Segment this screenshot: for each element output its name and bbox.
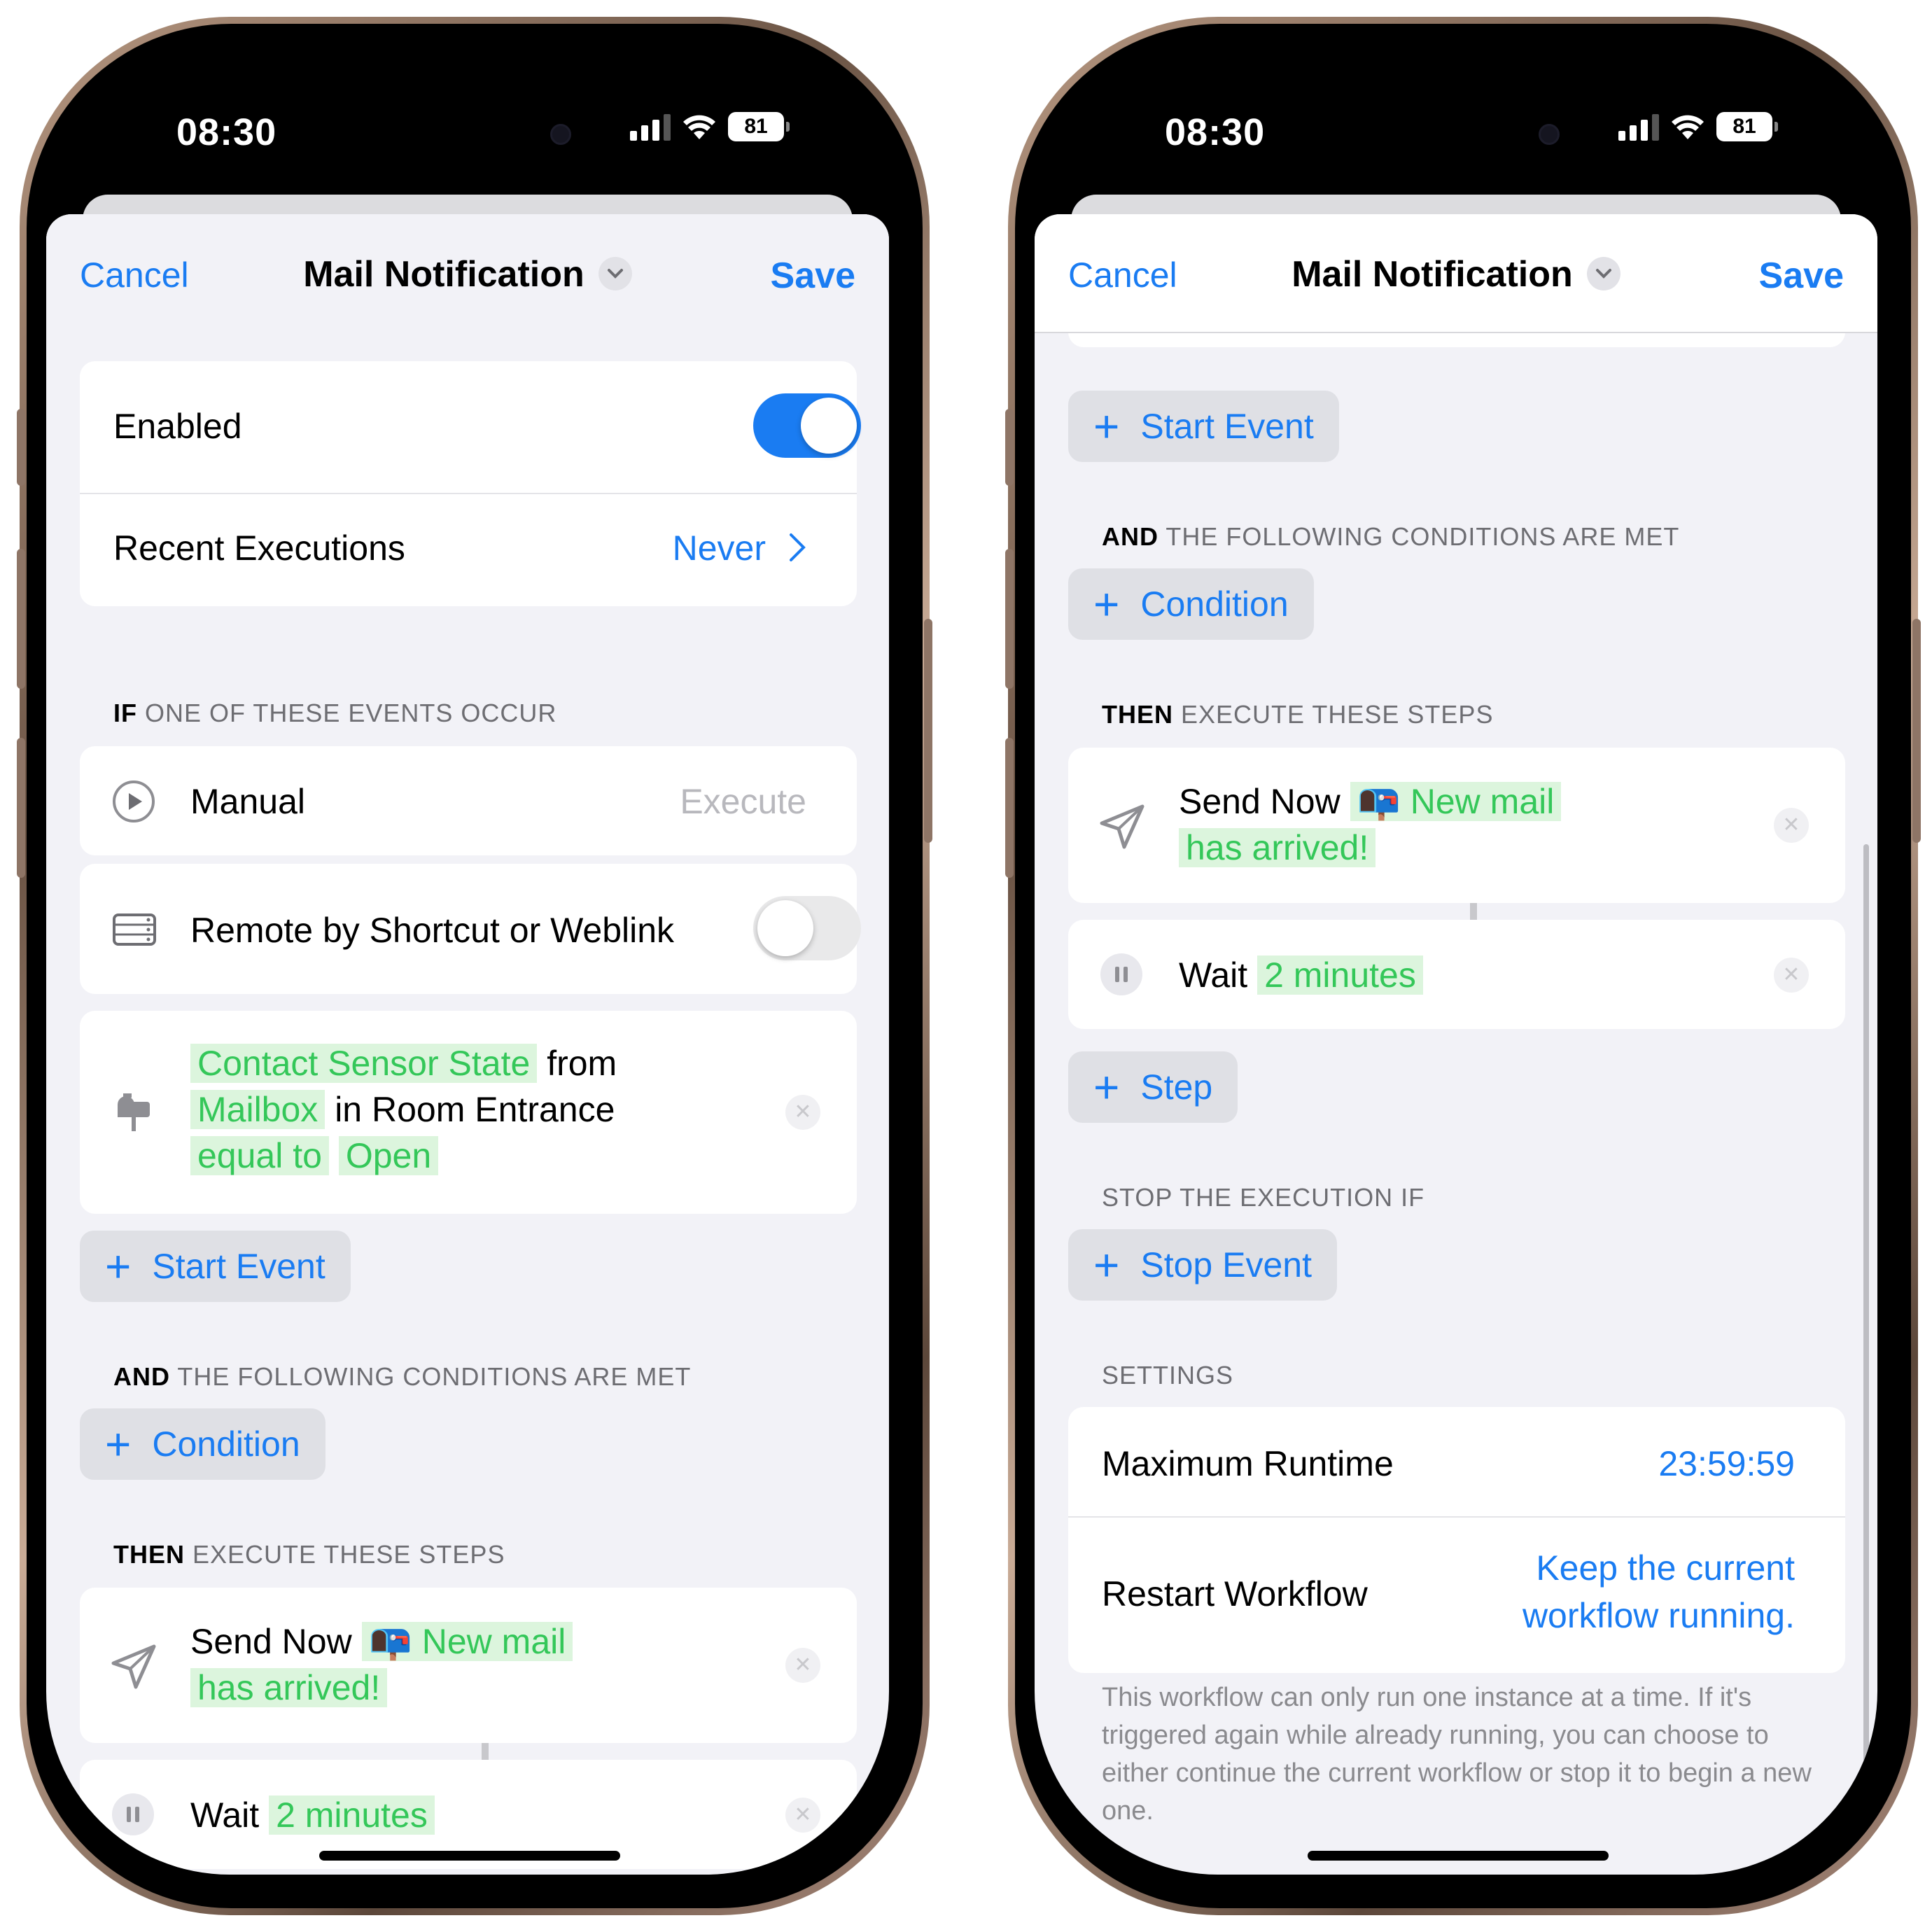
- duration-token[interactable]: 2 minutes: [1257, 955, 1423, 995]
- remove-event-button[interactable]: ✕: [785, 1095, 820, 1130]
- plus-icon: +: [1093, 579, 1120, 629]
- add-condition-button[interactable]: + Condition: [1068, 568, 1314, 640]
- chevron-right-icon: [790, 533, 806, 561]
- settings-card: Maximum Runtime 23:59:59 Restart Workflo…: [1068, 1407, 1845, 1673]
- message-token-line1[interactable]: 📭 New mail: [1350, 782, 1562, 821]
- navigation-bar: Cancel Mail Notification Save: [46, 214, 889, 333]
- message-token-line1[interactable]: 📭 New mail: [361, 1622, 573, 1661]
- wait-step-row[interactable]: Wait 2 minutes ✕: [1068, 920, 1845, 1029]
- phone-left: 08:30 81 Cancel Mail Notification Save E…: [17, 17, 932, 1915]
- sensor-event-row[interactable]: Contact Sensor State from Mailbox in Roo…: [80, 1011, 857, 1214]
- battery-icon: 81: [1716, 112, 1778, 141]
- max-runtime-value[interactable]: 23:59:59: [1658, 1443, 1795, 1484]
- paper-plane-icon: [1100, 804, 1144, 849]
- screen-left: 08:30 81 Cancel Mail Notification Save E…: [46, 43, 889, 1875]
- wait-step-description: Wait 2 minutes: [1179, 952, 1423, 998]
- operator-token[interactable]: equal to: [190, 1136, 329, 1175]
- editor-sheet-scrolled: Cancel Mail Notification Save + Start Eve…: [1035, 214, 1877, 1875]
- save-button[interactable]: Save: [771, 255, 855, 297]
- manual-event-label: Manual: [190, 782, 305, 821]
- phone-right: 08:30 81 Cancel Mail Notification Save +…: [1005, 17, 1921, 1915]
- duration-token[interactable]: 2 minutes: [269, 1795, 435, 1835]
- general-card: Enabled Recent Executions Never: [80, 361, 861, 606]
- home-indicator: [319, 1851, 620, 1861]
- remote-event-label: Remote by Shortcut or Weblink: [190, 911, 675, 950]
- screen-right: 08:30 81 Cancel Mail Notification Save +…: [1035, 43, 1877, 1875]
- remove-step-button[interactable]: ✕: [1774, 808, 1809, 843]
- accessory-token[interactable]: Mailbox: [190, 1090, 326, 1129]
- page-title: Mail Notification: [1292, 254, 1573, 295]
- recent-executions-label: Recent Executions: [113, 528, 405, 568]
- home-indicator: [1308, 1851, 1609, 1861]
- plus-icon: +: [1093, 1062, 1120, 1112]
- plus-icon: +: [105, 1241, 132, 1292]
- steps-section-header: THEN EXECUTE THESE STEPS: [113, 1540, 505, 1569]
- pause-icon: [1100, 953, 1142, 995]
- sensor-event-description: Contact Sensor State from Mailbox in Roo…: [190, 1040, 694, 1179]
- mailbox-icon: [118, 1093, 150, 1131]
- battery-icon: 81: [728, 112, 790, 141]
- restart-workflow-label: Restart Workflow: [1102, 1574, 1368, 1614]
- recent-executions-value[interactable]: Never: [673, 528, 766, 568]
- server-icon: [113, 913, 156, 946]
- cellular-signal-icon: [630, 113, 671, 141]
- plus-icon: +: [105, 1419, 132, 1469]
- status-icons: 81: [630, 112, 790, 141]
- conditions-section-header: AND THE FOLLOWING CONDITIONS ARE MET: [1102, 522, 1680, 551]
- send-step-row[interactable]: Send Now 📭 New mail has arrived! ✕: [80, 1588, 857, 1743]
- enabled-toggle[interactable]: [753, 393, 861, 458]
- chevron-down-icon: [598, 257, 632, 291]
- manual-event-row[interactable]: Manual Execute: [80, 746, 857, 855]
- remove-step-button[interactable]: ✕: [785, 1648, 820, 1683]
- message-token-line2[interactable]: has arrived!: [190, 1668, 388, 1707]
- status-time: 08:30: [176, 111, 277, 153]
- navigation-bar: Cancel Mail Notification Save: [1035, 214, 1877, 333]
- add-condition-button[interactable]: + Condition: [80, 1408, 326, 1480]
- remove-step-button[interactable]: ✕: [785, 1798, 820, 1833]
- enabled-label: Enabled: [113, 407, 242, 446]
- conditions-section-header: AND THE FOLLOWING CONDITIONS ARE MET: [113, 1362, 692, 1391]
- page-title: Mail Notification: [303, 254, 584, 295]
- save-button[interactable]: Save: [1759, 255, 1844, 297]
- events-section-header: IF ONE OF THESE EVENTS OCCUR: [113, 699, 557, 727]
- camera-icon: [1539, 124, 1560, 145]
- editor-sheet: Cancel Mail Notification Save Enabled Re…: [46, 214, 889, 1875]
- scrollbar[interactable]: [1863, 844, 1869, 1810]
- plus-icon: +: [1093, 1240, 1120, 1290]
- execute-button[interactable]: Execute: [680, 781, 806, 822]
- workflow-title-menu[interactable]: Mail Notification: [1035, 253, 1877, 295]
- add-start-event-button[interactable]: + Start Event: [1068, 391, 1339, 462]
- add-start-event-button[interactable]: + Start Event: [80, 1231, 351, 1302]
- restart-workflow-value[interactable]: Keep the current workflow running.: [1522, 1544, 1795, 1639]
- send-step-description: Send Now 📭 New mail has arrived!: [1179, 778, 1562, 871]
- paper-plane-icon: [111, 1644, 156, 1689]
- add-step-button[interactable]: + Step: [1068, 1051, 1238, 1123]
- remote-event-row: Remote by Shortcut or Weblink: [80, 864, 861, 994]
- send-step-description: Send Now 📭 New mail has arrived!: [190, 1618, 573, 1711]
- pause-icon: [112, 1793, 154, 1835]
- settings-section-header: SETTINGS: [1102, 1361, 1234, 1390]
- wifi-icon: [683, 115, 715, 139]
- status-icons: 81: [1618, 112, 1778, 141]
- value-token[interactable]: Open: [338, 1136, 439, 1175]
- plus-icon: +: [1093, 401, 1120, 451]
- status-time: 08:30: [1165, 111, 1266, 153]
- workflow-title-menu[interactable]: Mail Notification: [46, 253, 889, 295]
- steps-section-header: THEN EXECUTE THESE STEPS: [1102, 700, 1494, 729]
- cellular-signal-icon: [1618, 113, 1659, 141]
- play-circle-icon: [113, 780, 155, 822]
- add-stop-event-button[interactable]: + Stop Event: [1068, 1229, 1337, 1301]
- wait-step-description: Wait 2 minutes: [190, 1792, 435, 1838]
- wifi-icon: [1672, 115, 1704, 139]
- stop-section-header: STOP THE EXECUTION IF: [1102, 1183, 1425, 1212]
- remove-step-button[interactable]: ✕: [1774, 958, 1809, 993]
- characteristic-token[interactable]: Contact Sensor State: [190, 1044, 538, 1083]
- chevron-down-icon: [1586, 257, 1620, 291]
- remote-toggle[interactable]: [753, 896, 861, 960]
- restart-workflow-footnote: This workflow can only run one instance …: [1102, 1683, 1812, 1826]
- max-runtime-label: Maximum Runtime: [1102, 1444, 1394, 1483]
- message-token-line2[interactable]: has arrived!: [1179, 828, 1376, 867]
- camera-icon: [550, 124, 571, 145]
- send-step-row[interactable]: Send Now 📭 New mail has arrived! ✕: [1068, 748, 1845, 903]
